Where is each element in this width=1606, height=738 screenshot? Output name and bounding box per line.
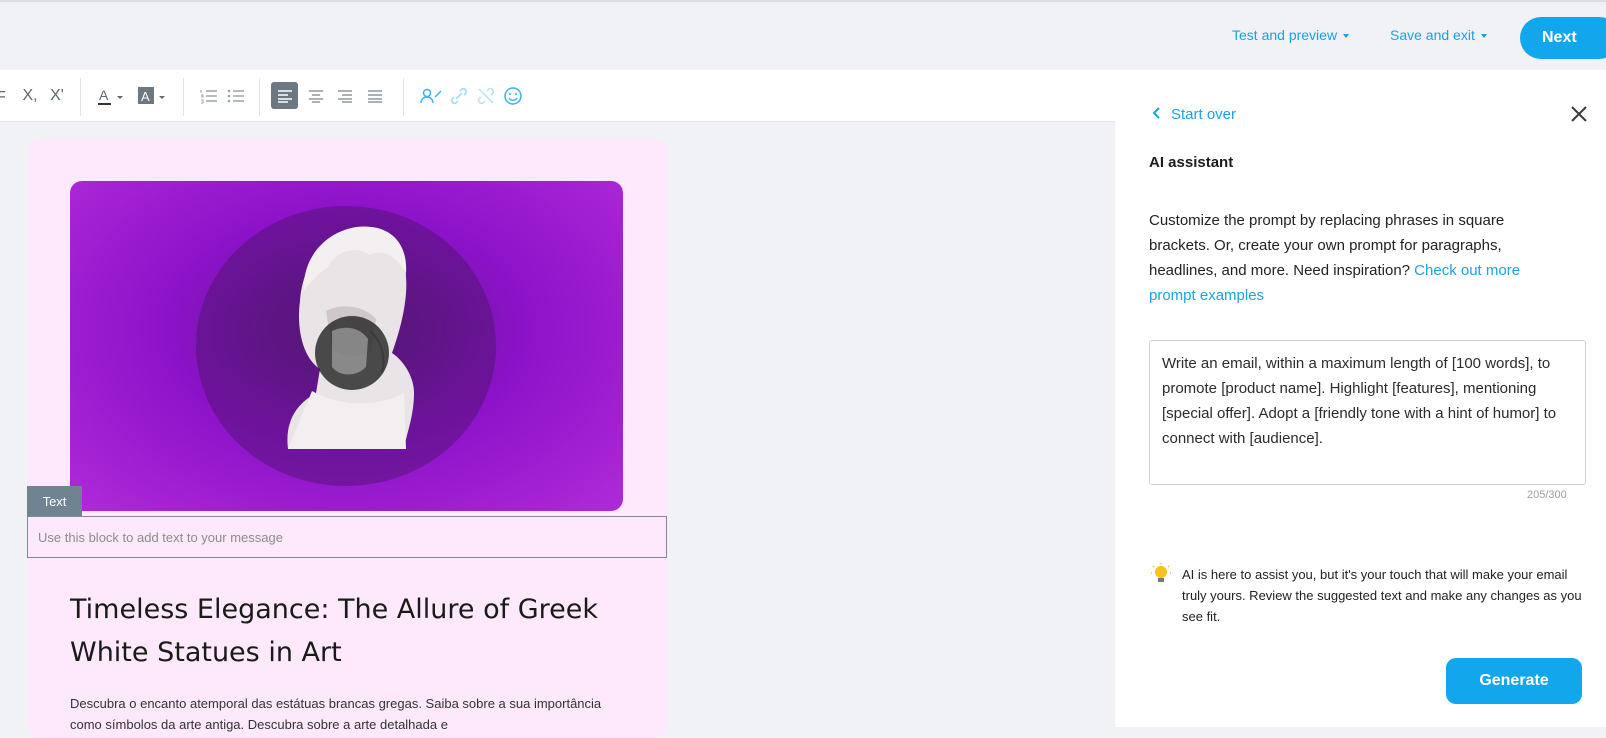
emoji-icon[interactable] xyxy=(502,84,524,108)
formatting-toolbar: F X, X' A A xyxy=(0,70,1115,122)
start-over-label: Start over xyxy=(1171,106,1237,123)
email-body-text[interactable]: Descubra o encanto atemporal das estátua… xyxy=(70,693,610,735)
strikethrough-icon[interactable]: F xyxy=(0,84,10,108)
caret-down-icon xyxy=(1480,34,1487,39)
editor-canvas: Text Use this block to add text to your … xyxy=(0,122,1115,738)
svg-text:A: A xyxy=(99,87,109,103)
text-color-icon[interactable]: A xyxy=(97,84,127,108)
superscript-button[interactable]: X' xyxy=(47,84,67,108)
ai-assistant-panel: Start over AI assistant Customize the pr… xyxy=(1115,70,1606,727)
panel-title: AI assistant xyxy=(1149,154,1234,171)
character-counter: 205/300 xyxy=(1527,489,1567,501)
prompt-textarea[interactable]: Write an email, within a maximum length … xyxy=(1149,340,1586,485)
text-block-tag: Text xyxy=(27,486,82,516)
svg-text:F: F xyxy=(0,89,6,105)
ai-tip-text: AI is here to assist you, but it's your … xyxy=(1182,567,1582,624)
highlight-color-icon[interactable]: A xyxy=(137,84,169,108)
toolbar-divider xyxy=(183,78,184,116)
save-and-exit-label: Save and exit xyxy=(1390,27,1475,43)
link-icon[interactable] xyxy=(448,84,470,108)
text-block-input[interactable]: Use this block to add text to your messa… xyxy=(27,516,667,558)
test-and-preview-menu[interactable]: Test and preview xyxy=(1232,27,1350,43)
save-and-exit-menu[interactable]: Save and exit xyxy=(1390,27,1487,43)
subscript-label: X, xyxy=(22,87,38,104)
toolbar-divider xyxy=(259,78,260,116)
svg-text:A: A xyxy=(141,89,150,104)
email-card: Text Use this block to add text to your … xyxy=(27,138,667,738)
personalize-icon[interactable] xyxy=(419,84,443,108)
next-button[interactable]: Next xyxy=(1520,17,1606,59)
lightbulb-icon xyxy=(1151,563,1171,587)
align-right-icon[interactable] xyxy=(335,84,355,108)
email-headline[interactable]: Timeless Elegance: The Allure of Greek W… xyxy=(70,588,610,674)
start-over-link[interactable]: Start over xyxy=(1151,106,1236,123)
top-bar: Test and preview Save and exit Next xyxy=(0,0,1606,70)
chevron-left-icon xyxy=(1152,107,1160,119)
panel-description: Customize the prompt by replacing phrase… xyxy=(1149,208,1569,308)
close-icon[interactable] xyxy=(1570,105,1590,125)
bullet-list-icon[interactable] xyxy=(226,84,246,108)
numbered-list-icon[interactable] xyxy=(199,84,219,108)
align-justify-icon[interactable] xyxy=(365,84,385,108)
align-center-icon[interactable] xyxy=(306,84,326,108)
align-left-icon[interactable] xyxy=(271,82,298,109)
statue-bust-image xyxy=(196,206,496,486)
caret-down-icon xyxy=(1343,34,1350,39)
superscript-label: X' xyxy=(50,87,64,104)
toolbar-divider xyxy=(403,78,404,116)
hero-image[interactable] xyxy=(70,181,623,511)
generate-button[interactable]: Generate xyxy=(1446,658,1582,704)
toolbar-divider xyxy=(80,78,81,116)
test-and-preview-label: Test and preview xyxy=(1232,27,1338,43)
unlink-icon[interactable] xyxy=(475,84,497,108)
subscript-button[interactable]: X, xyxy=(20,84,40,108)
